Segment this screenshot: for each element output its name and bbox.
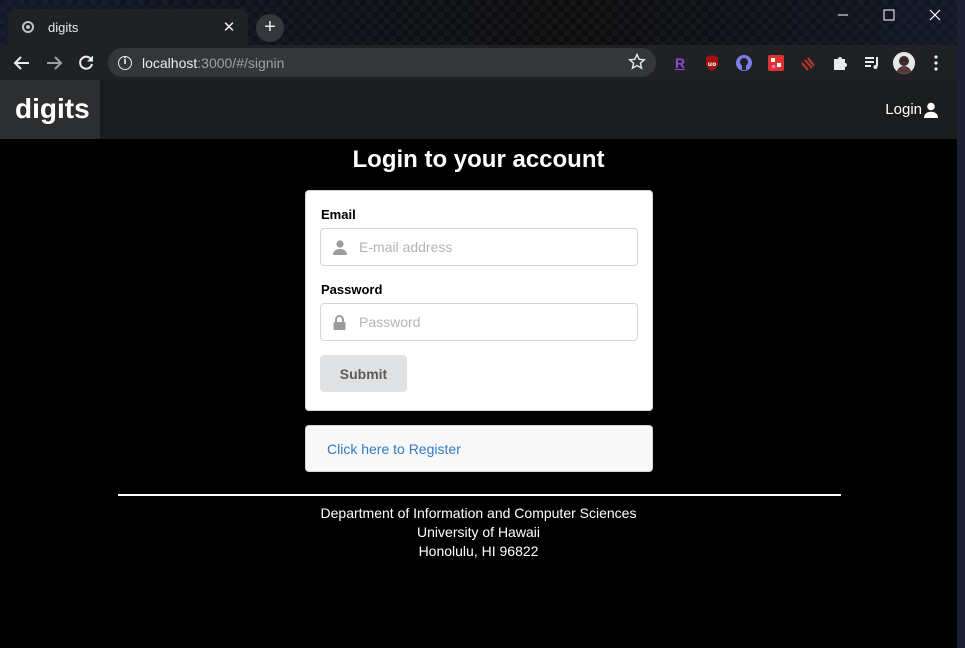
user-icon xyxy=(333,240,347,260)
browser-tab-digits[interactable]: digits ✕ xyxy=(8,9,248,45)
app-navbar: digits Login xyxy=(0,80,957,139)
extension-stripes-icon[interactable] xyxy=(798,53,818,73)
menu-kebab-icon[interactable] xyxy=(926,53,946,73)
tab-title: digits xyxy=(48,19,79,35)
password-label: Password xyxy=(321,282,383,297)
reload-button[interactable] xyxy=(74,51,98,75)
arrow-left-icon xyxy=(13,56,29,70)
footer-address: Honolulu, HI 96822 xyxy=(418,543,539,559)
url-host: localhost xyxy=(142,54,198,71)
browser-window: digits ✕ + i localhost:3000/#/signin R xyxy=(0,0,965,648)
footer: Department of Information and Computer S… xyxy=(0,504,957,561)
media-queue-icon[interactable] xyxy=(862,53,882,73)
card-bottom-edge xyxy=(305,405,653,411)
profile-avatar[interactable] xyxy=(893,52,915,74)
ublock-icon[interactable]: uo xyxy=(702,53,722,73)
maximize-icon xyxy=(883,9,895,21)
login-label: Login xyxy=(885,101,922,118)
svg-text:uo: uo xyxy=(708,61,716,68)
back-button[interactable] xyxy=(10,51,34,75)
extension-r-icon[interactable]: R xyxy=(670,53,690,73)
lock-icon xyxy=(333,315,346,335)
email-field[interactable] xyxy=(320,228,638,266)
reload-icon xyxy=(79,55,93,70)
site-info-icon[interactable]: i xyxy=(118,55,132,70)
brand-logo[interactable]: digits xyxy=(0,80,100,139)
user-icon xyxy=(924,102,938,118)
password-input[interactable] xyxy=(359,304,629,340)
password-field[interactable] xyxy=(320,303,638,341)
bookmark-star-icon[interactable] xyxy=(628,52,646,76)
extensions-puzzle-icon[interactable] xyxy=(830,53,850,73)
minimize-icon xyxy=(838,14,848,16)
submit-button[interactable]: Submit xyxy=(320,355,407,392)
url-path: :3000/#/signin xyxy=(197,54,285,71)
maximize-button[interactable] xyxy=(866,0,912,30)
extension-pixel-icon[interactable] xyxy=(766,53,786,73)
footer-department: Department of Information and Computer S… xyxy=(320,505,637,521)
email-input[interactable] xyxy=(359,229,629,265)
arrow-right-icon xyxy=(47,56,63,70)
github-icon[interactable] xyxy=(734,53,754,73)
email-label: Email xyxy=(321,207,356,222)
new-tab-button[interactable]: + xyxy=(256,14,284,42)
close-icon xyxy=(929,9,941,21)
login-form: Email Password Submit xyxy=(305,190,653,411)
register-message: Click here to Register xyxy=(305,425,653,472)
address-bar[interactable]: i localhost:3000/#/signin xyxy=(108,48,656,77)
register-link[interactable]: Click here to Register xyxy=(327,441,461,457)
page-title: Login to your account xyxy=(352,146,605,173)
login-menu[interactable]: Login xyxy=(885,80,939,139)
minimize-button[interactable] xyxy=(820,0,866,30)
browser-toolbar: i localhost:3000/#/signin R uo xyxy=(0,45,957,80)
close-window-button[interactable] xyxy=(912,0,958,30)
forward-button[interactable] xyxy=(42,51,66,75)
footer-university: University of Hawaii xyxy=(417,524,540,540)
window-edge xyxy=(957,0,965,648)
tab-close-icon[interactable]: ✕ xyxy=(220,18,238,36)
favicon-icon xyxy=(22,21,34,33)
footer-divider xyxy=(118,494,841,496)
